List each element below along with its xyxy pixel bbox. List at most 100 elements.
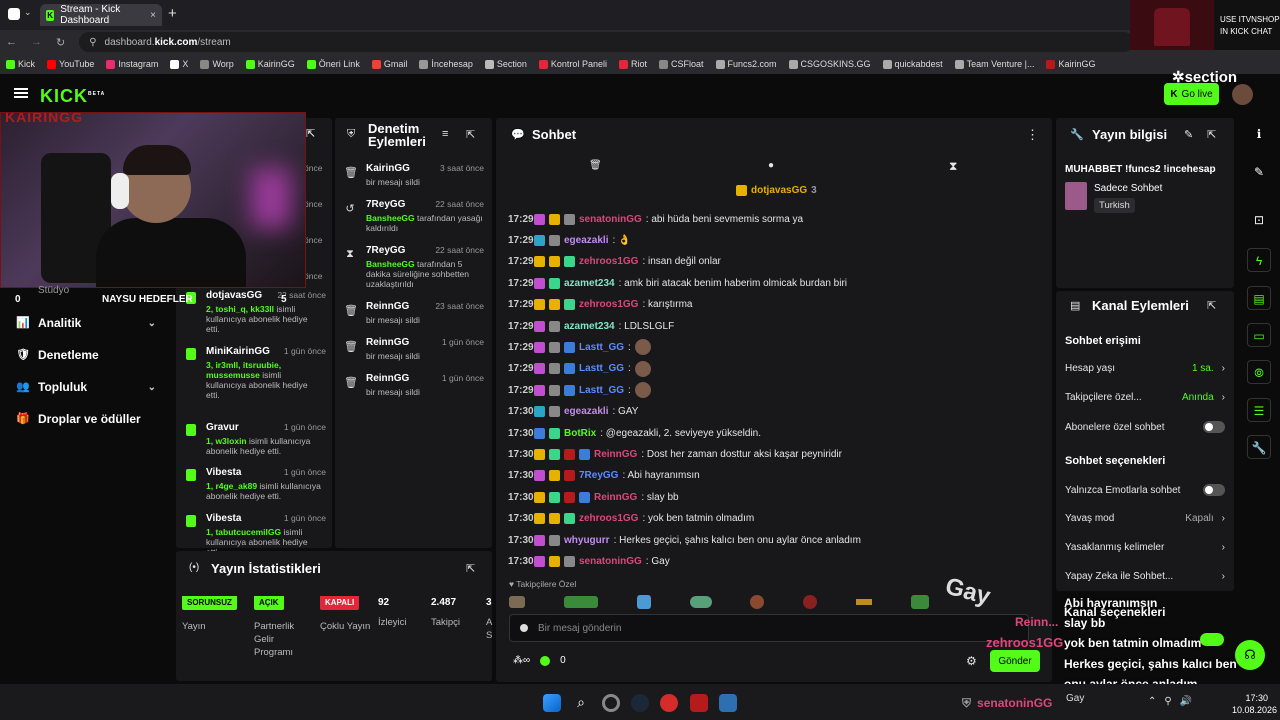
chat-message[interactable]: 17:30 BotRix: @egeazakli, 2. seviyeye yük… bbox=[508, 424, 1038, 442]
channel-setting-row[interactable]: Hesap yaşı 1 sa. › bbox=[1065, 363, 1225, 374]
chat-message[interactable]: 17:30 senatoninGG: Gay bbox=[508, 552, 1038, 570]
chat-message[interactable]: 17:29 zehroos1GG: insan değil onlar bbox=[508, 253, 1038, 271]
gifter-name[interactable]: MiniKairinGG bbox=[206, 346, 270, 357]
camera-icon[interactable]: ⊡ bbox=[1249, 210, 1269, 230]
chat-message[interactable]: 17:30 whyugurr: Herkes geçici, şahıs kalı… bbox=[508, 531, 1038, 549]
bookmark-item[interactable]: KairinGG bbox=[1046, 59, 1095, 69]
layout-icon[interactable]: ☰ bbox=[1247, 398, 1271, 422]
steam-icon[interactable] bbox=[631, 694, 649, 712]
chat-username[interactable]: egeazakli bbox=[564, 406, 608, 417]
bolt-icon[interactable]: ϟ bbox=[1247, 248, 1271, 272]
chrome-icon[interactable] bbox=[602, 694, 620, 712]
bookmark-item[interactable]: Funcs2.com bbox=[715, 59, 777, 69]
clipboard-icon[interactable]: ▤ bbox=[1247, 286, 1271, 310]
chat-username[interactable]: Lastt_GG bbox=[579, 385, 624, 396]
bookmark-item[interactable]: Instagram bbox=[106, 59, 158, 69]
bookmark-item[interactable]: quickabdest bbox=[882, 59, 943, 69]
chat-username[interactable]: ReinnGG bbox=[594, 449, 637, 460]
tray-icons[interactable]: ⌃⚲🔊 bbox=[1148, 696, 1200, 707]
browser-tab-kick-dashboard[interactable]: K Stream - Kick Dashboard × bbox=[40, 4, 162, 26]
chat-icon[interactable]: ▭ bbox=[1247, 323, 1271, 347]
go-live-button[interactable]: K Go live bbox=[1164, 83, 1219, 105]
expand-channel-icon[interactable]: ⇱ bbox=[1207, 299, 1216, 312]
vivaldi-icon[interactable] bbox=[660, 694, 678, 712]
chat-message[interactable]: 17:29 Lastt_GG: bbox=[508, 360, 1038, 378]
chat-message[interactable]: 17:30 egeazakli: GAY bbox=[508, 403, 1038, 421]
bookmark-item[interactable]: KairinGG bbox=[245, 59, 295, 69]
channel-setting-row[interactable]: Yapay Zeka ile Sohbet... › bbox=[1065, 571, 1225, 582]
windows-start-icon[interactable] bbox=[543, 694, 561, 712]
chat-username[interactable]: senatoninGG bbox=[579, 556, 642, 567]
back-icon[interactable]: ← bbox=[6, 36, 17, 48]
bookmark-item[interactable]: Kontrol Paneli bbox=[538, 59, 607, 69]
bookmark-item[interactable]: CSGOSKINS.GG bbox=[788, 59, 871, 69]
chat-username[interactable]: senatoninGG bbox=[579, 214, 642, 225]
app-blue-icon[interactable] bbox=[719, 694, 737, 712]
setting-toggle[interactable] bbox=[1203, 421, 1225, 433]
chat-message[interactable]: 17:29 senatoninGG: abi hüda beni sevmemis… bbox=[508, 210, 1038, 228]
chat-message[interactable]: 17:30 7ReyGG: Abi hayranımsın bbox=[508, 467, 1038, 485]
gifter-name[interactable]: Gravur bbox=[206, 422, 239, 433]
chat-username[interactable]: azamet234 bbox=[564, 278, 615, 289]
reload-icon[interactable]: ↻ bbox=[56, 36, 65, 49]
mod-target-user[interactable]: ReinnGG bbox=[366, 373, 409, 384]
bookmark-item[interactable]: Kick bbox=[6, 59, 35, 69]
chat-filter-bubble-icon[interactable]: ● bbox=[768, 160, 774, 171]
edit-icon[interactable]: ✎ bbox=[1184, 128, 1193, 141]
chat-message[interactable]: 17:30 zehroos1GG: yok ben tatmin olmadım bbox=[508, 510, 1038, 528]
mod-target-user[interactable]: ReinnGG bbox=[366, 301, 409, 312]
chat-message[interactable]: 17:29 azamet234: amk biri atacak benim ha… bbox=[508, 274, 1038, 292]
app-red-icon[interactable] bbox=[690, 694, 708, 712]
tab-list-icon[interactable]: ⌄ bbox=[24, 7, 32, 18]
chat-username[interactable]: whyugurr bbox=[564, 535, 610, 546]
hamburger-menu-icon[interactable] bbox=[14, 88, 28, 98]
bookmark-item[interactable]: Gmail bbox=[371, 59, 407, 69]
channel-setting-row[interactable]: Yavaş mod Kapalı › bbox=[1065, 513, 1225, 524]
chat-message[interactable]: 17:30 ReinnGG: Dost her zaman dosttur aks… bbox=[508, 445, 1038, 463]
bookmark-item[interactable]: İncehesap bbox=[419, 59, 473, 69]
nav-item[interactable]: 👥 Topluluk ⌄ bbox=[16, 380, 156, 394]
chat-username[interactable]: egeazakli bbox=[564, 235, 608, 246]
clock[interactable]: 17:30 10.08.2026 bbox=[1232, 692, 1277, 716]
gifter-name[interactable]: dotjavasGG bbox=[206, 290, 262, 301]
chat-trash-icon[interactable]: 🗑 bbox=[589, 160, 602, 171]
nav-item[interactable]: 📊 Analitik ⌄ bbox=[16, 316, 156, 330]
bookmark-item[interactable]: X bbox=[170, 59, 188, 69]
chat-username[interactable]: zehroos1GG bbox=[579, 256, 638, 267]
close-tab-icon[interactable]: × bbox=[150, 10, 156, 21]
chat-username[interactable]: zehroos1GG bbox=[579, 299, 638, 310]
mod-target-user[interactable]: 7ReyGG bbox=[366, 199, 405, 210]
url-field[interactable]: ⚲ dashboard.kick.com/stream bbox=[79, 32, 1134, 52]
expand-gifts-icon[interactable]: ⇱ bbox=[306, 127, 315, 140]
info-icon[interactable]: ℹ bbox=[1249, 124, 1269, 144]
expand-stats-icon[interactable]: ⇱ bbox=[466, 562, 475, 575]
gifter-name[interactable]: Vibesta bbox=[206, 513, 241, 524]
chat-message[interactable]: 17:29 azamet234: LDLSLGLF bbox=[508, 317, 1038, 335]
support-chat-button[interactable]: ☊ bbox=[1235, 640, 1265, 670]
chat-menu-icon[interactable]: ⋮ bbox=[1026, 127, 1039, 143]
bookmark-item[interactable]: Riot bbox=[618, 59, 647, 69]
chat-timeout-icon[interactable]: ⧗ bbox=[949, 159, 957, 174]
pencil-icon[interactable]: ✎ bbox=[1249, 162, 1269, 182]
chat-username[interactable]: ReinnGG bbox=[594, 492, 637, 503]
chat-message[interactable]: 17:29 Lastt_GG: bbox=[508, 338, 1038, 356]
chat-username[interactable]: azamet234 bbox=[564, 321, 615, 332]
bookmark-item[interactable]: Section bbox=[484, 59, 527, 69]
filter-icon[interactable]: ≡ bbox=[442, 128, 448, 140]
chat-message[interactable]: 17:29 Lastt_GG: bbox=[508, 381, 1038, 399]
chat-username[interactable]: Lastt_GG bbox=[579, 342, 624, 353]
bookmark-item[interactable]: YouTube bbox=[47, 59, 94, 69]
chat-message[interactable]: 17:29 zehroos1GG: karıştırma bbox=[508, 296, 1038, 314]
expand-info-icon[interactable]: ⇱ bbox=[1207, 128, 1216, 141]
category-name[interactable]: Sadece Sohbet bbox=[1094, 183, 1162, 194]
bookmark-item[interactable]: Worp bbox=[200, 59, 234, 69]
gifter-name[interactable]: Vibesta bbox=[206, 467, 241, 478]
kick-logo[interactable]: KICKBETA bbox=[40, 86, 105, 107]
mod-target-user[interactable]: ReinnGG bbox=[366, 337, 409, 348]
channel-setting-row[interactable]: Yalnızca Emotlarla sohbet bbox=[1065, 484, 1225, 496]
mod-target-user[interactable]: KairinGG bbox=[366, 163, 410, 174]
chat-message[interactable]: 17:30 ReinnGG: slay bb bbox=[508, 488, 1038, 506]
people-infinity-icon[interactable]: ⁂∞ bbox=[513, 655, 530, 666]
channel-setting-row[interactable]: Yasaklanmış kelimeler › bbox=[1065, 542, 1225, 553]
site-info-icon[interactable]: ⚲ bbox=[89, 37, 96, 48]
